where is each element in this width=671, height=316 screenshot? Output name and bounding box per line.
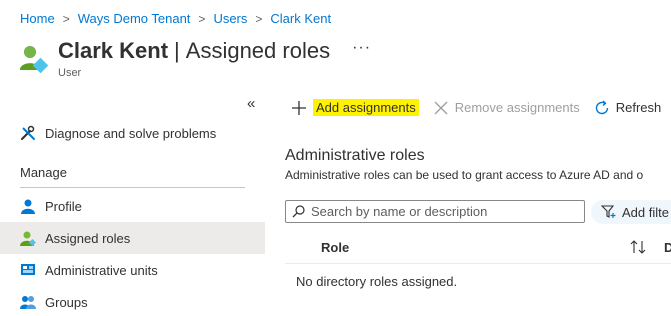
wrench-icon <box>20 125 36 141</box>
add-filter-button[interactable]: Add filte <box>591 200 671 224</box>
breadcrumb: Home > Ways Demo Tenant > Users > Clark … <box>20 11 331 26</box>
section-label-manage: Manage <box>20 165 67 180</box>
breadcrumb-user[interactable]: Clark Kent <box>270 11 331 26</box>
table-header: Role D <box>285 232 671 264</box>
search-icon <box>292 205 305 218</box>
refresh-icon <box>594 99 610 116</box>
sidebar-item-label: Groups <box>45 294 88 310</box>
sidebar-item-label: Profile <box>45 198 82 214</box>
profile-icon <box>20 198 36 214</box>
sidebar-item-assigned-roles[interactable]: Assigned roles <box>0 222 265 254</box>
sidebar-item-label: Administrative units <box>45 262 158 278</box>
refresh-label: Refresh <box>615 100 662 115</box>
groups-icon <box>20 294 36 310</box>
page-name: Assigned roles <box>185 38 331 63</box>
sort-icon[interactable] <box>629 239 647 260</box>
page-header: Clark Kent | Assigned roles ··· User <box>18 37 371 79</box>
admin-units-icon <box>20 262 36 278</box>
breadcrumb-separator: > <box>255 11 263 26</box>
more-options-button[interactable]: ··· <box>352 34 371 62</box>
remove-assignments-label: Remove assignments <box>454 100 580 115</box>
sidebar-item-label: Diagnose and solve problems <box>45 125 217 141</box>
assigned-roles-icon <box>20 230 36 246</box>
breadcrumb-separator: > <box>62 11 70 26</box>
breadcrumb-users[interactable]: Users <box>213 11 247 26</box>
page-title: Clark Kent | Assigned roles ··· <box>58 37 371 65</box>
refresh-button[interactable]: Refresh <box>594 99 662 116</box>
remove-assignments-button[interactable]: Remove assignments <box>433 100 580 116</box>
section-description: Administrative roles can be used to gran… <box>285 168 644 182</box>
empty-state-message: No directory roles assigned. <box>296 274 458 289</box>
sidebar: « Diagnose and solve problems Manage Pro… <box>0 90 265 316</box>
collapse-sidebar-button[interactable]: « <box>247 95 255 112</box>
search-input[interactable] <box>311 204 581 219</box>
user-name: Clark Kent <box>58 38 169 63</box>
filter-icon <box>601 205 617 219</box>
title-divider: | <box>174 38 180 63</box>
breadcrumb-separator: > <box>198 11 206 26</box>
user-icon <box>18 43 49 74</box>
column-header-role[interactable]: Role <box>321 240 349 255</box>
command-bar: Add assignments Remove assignments Refre… <box>291 99 671 116</box>
add-assignments-label: Add assignments <box>313 99 419 116</box>
breadcrumb-home[interactable]: Home <box>20 11 55 26</box>
sidebar-item-profile[interactable]: Profile <box>0 190 265 222</box>
sidebar-item-diagnose[interactable]: Diagnose and solve problems <box>0 117 265 149</box>
section-divider <box>20 187 245 188</box>
sidebar-item-groups[interactable]: Groups <box>0 286 265 316</box>
search-box[interactable] <box>285 200 585 223</box>
page-subtitle: User <box>58 67 82 79</box>
add-assignments-button[interactable]: Add assignments <box>291 99 419 116</box>
plus-icon <box>291 100 307 116</box>
breadcrumb-tenant[interactable]: Ways Demo Tenant <box>78 11 191 26</box>
section-title: Administrative roles <box>285 147 425 164</box>
close-icon <box>433 100 449 116</box>
sidebar-item-label: Assigned roles <box>45 230 131 246</box>
sidebar-item-administrative-units[interactable]: Administrative units <box>0 254 265 286</box>
column-header-description[interactable]: D <box>664 240 671 255</box>
add-filter-label: Add filte <box>622 204 669 220</box>
